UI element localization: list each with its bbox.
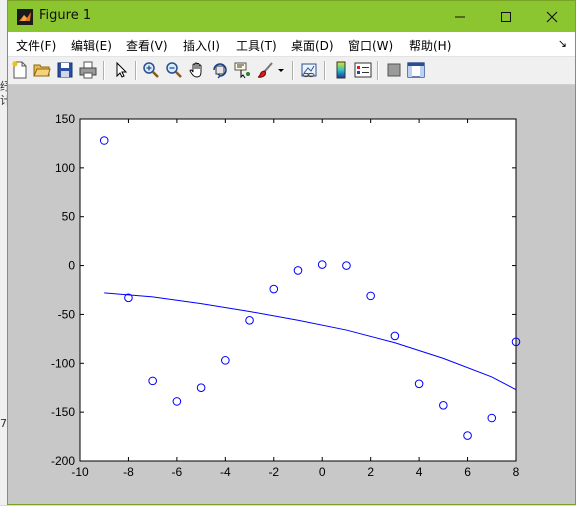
hide-plot-tools-icon[interactable] (385, 61, 403, 79)
pointer-icon[interactable] (112, 61, 130, 79)
menu-tools[interactable]: 工具(T) (236, 37, 277, 54)
x-tick-label: 0 (319, 465, 326, 479)
link-plot-icon[interactable] (300, 61, 318, 79)
menu-window[interactable]: 窗口(W) (348, 37, 393, 54)
close-button[interactable] (529, 1, 575, 32)
y-tick-label: -100 (51, 356, 75, 370)
x-tick-label: 2 (367, 465, 374, 479)
toolbar-separator (292, 61, 294, 80)
toolbar-separator (377, 61, 379, 80)
figure-window: Figure 1 文件(F) 编辑(E) 查看(V) 插入(I) 工具(T) 桌… (7, 0, 576, 505)
menu-bar: 文件(F) 编辑(E) 查看(V) 插入(I) 工具(T) 桌面(D) 窗口(W… (8, 32, 575, 57)
matlab-icon (17, 9, 33, 25)
menu-insert[interactable]: 插入(I) (183, 37, 220, 54)
legend-icon[interactable] (354, 61, 372, 79)
y-tick-label: 150 (55, 112, 75, 126)
y-tick-label: 0 (68, 259, 75, 273)
plot-axes[interactable]: -10 -8 -6 -4 -2 0 2 4 6 8150100500-50-100-150-200 (8, 85, 575, 504)
figure-toolbar (8, 57, 575, 85)
brush-icon[interactable] (257, 61, 275, 79)
minimize-icon (455, 16, 465, 17)
y-tick-label: 100 (55, 161, 75, 175)
toolbar-separator (324, 61, 326, 80)
y-tick-label: -200 (51, 454, 75, 468)
window-title: Figure 1 (39, 8, 92, 23)
pan-icon[interactable] (188, 61, 206, 79)
menu-edit[interactable]: 编辑(E) (71, 37, 112, 54)
y-tick-label: -50 (58, 307, 76, 321)
new-figure-icon[interactable] (11, 61, 29, 79)
open-file-icon[interactable] (33, 61, 51, 79)
colorbar-icon[interactable] (332, 61, 350, 79)
x-tick-label: 8 (513, 465, 520, 479)
x-tick-label: -8 (123, 465, 134, 479)
y-tick-label: -150 (51, 405, 75, 419)
x-tick-label: 4 (416, 465, 423, 479)
menu-file[interactable]: 文件(F) (16, 37, 56, 54)
x-tick-label: 6 (464, 465, 471, 479)
x-tick-label: -6 (172, 465, 183, 479)
menu-dock-arrow-icon[interactable]: ↘ (558, 37, 567, 50)
print-icon[interactable] (79, 61, 97, 79)
save-icon[interactable] (56, 61, 74, 79)
menu-desktop[interactable]: 桌面(D) (291, 37, 334, 54)
menu-view[interactable]: 查看(V) (126, 37, 168, 54)
menu-help[interactable]: 帮助(H) (409, 37, 451, 54)
toolbar-separator (103, 61, 105, 80)
minimize-button[interactable] (437, 1, 483, 32)
show-plot-tools-icon[interactable] (407, 61, 425, 79)
x-tick-label: -4 (220, 465, 231, 479)
toolbar-separator (135, 61, 137, 80)
maximize-button[interactable] (483, 1, 529, 32)
data-cursor-icon[interactable] (234, 61, 252, 79)
x-tick-label: -2 (268, 465, 279, 479)
maximize-icon (501, 11, 511, 22)
close-icon (546, 11, 558, 22)
zoom-in-icon[interactable] (142, 61, 160, 79)
zoom-out-icon[interactable] (165, 61, 183, 79)
y-tick-label: 50 (62, 210, 76, 224)
title-bar[interactable]: Figure 1 (8, 1, 575, 32)
figure-canvas[interactable]: -10 -8 -6 -4 -2 0 2 4 6 8 150 100 50 0 -50 -100 -150 -200 (8, 85, 575, 504)
axes-box (79, 118, 517, 462)
rotate-3d-icon[interactable] (211, 61, 229, 79)
